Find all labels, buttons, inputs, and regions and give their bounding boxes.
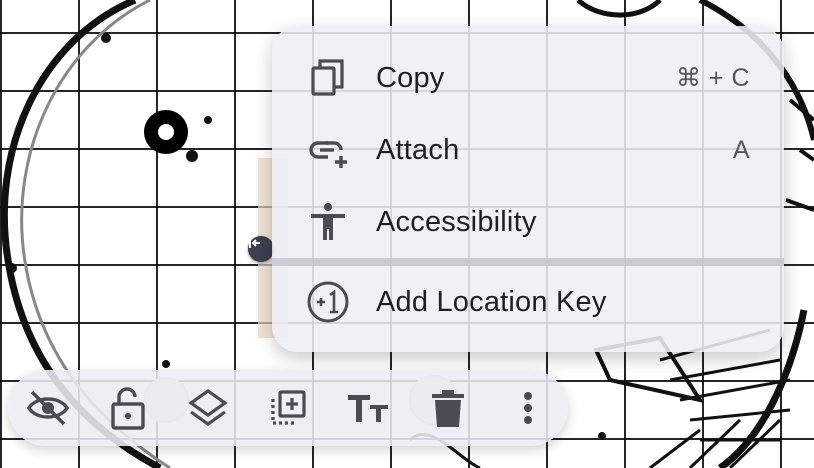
accessibility-icon bbox=[306, 200, 350, 244]
layers-button[interactable] bbox=[184, 384, 232, 432]
duplicate-button[interactable] bbox=[264, 384, 312, 432]
menu-item-shortcut: A bbox=[732, 135, 750, 164]
menu-item-attach[interactable]: Attach A bbox=[272, 114, 784, 186]
menu-item-shortcut: ⌘ + C bbox=[675, 64, 750, 92]
unlock-button[interactable] bbox=[104, 384, 152, 432]
location-key-icon bbox=[306, 280, 350, 324]
text-size-icon bbox=[348, 395, 388, 422]
more-vertical-icon bbox=[524, 392, 532, 424]
attach-link-icon bbox=[306, 128, 350, 172]
menu-item-label: Accessibility bbox=[376, 205, 537, 238]
layers-icon bbox=[188, 389, 228, 426]
object-toolbar bbox=[8, 370, 568, 446]
menu-item-copy[interactable]: Copy ⌘ + C bbox=[272, 42, 784, 114]
menu-item-label: Add Location Key bbox=[376, 285, 607, 318]
trash-icon bbox=[432, 390, 464, 427]
hide-button[interactable] bbox=[24, 384, 72, 432]
menu-divider bbox=[272, 258, 784, 266]
menu-item-label: Attach bbox=[376, 133, 460, 166]
duplicate-icon bbox=[271, 390, 306, 425]
delete-button[interactable] bbox=[424, 384, 472, 432]
collapse-handle[interactable] bbox=[248, 236, 274, 262]
menu-item-add-location-key[interactable]: Add Location Key bbox=[272, 266, 784, 338]
context-menu: Copy ⌘ + C Attach A Accessibility Add Lo… bbox=[272, 26, 784, 352]
menu-item-label: Copy bbox=[376, 61, 445, 94]
lock-open-icon bbox=[111, 387, 145, 430]
eye-off-icon bbox=[27, 390, 69, 426]
copy-icon bbox=[306, 56, 350, 100]
more-options-button[interactable] bbox=[504, 384, 552, 432]
text-size-button[interactable] bbox=[344, 384, 392, 432]
collapse-left-icon bbox=[249, 238, 260, 248]
menu-item-accessibility[interactable]: Accessibility bbox=[272, 186, 784, 258]
